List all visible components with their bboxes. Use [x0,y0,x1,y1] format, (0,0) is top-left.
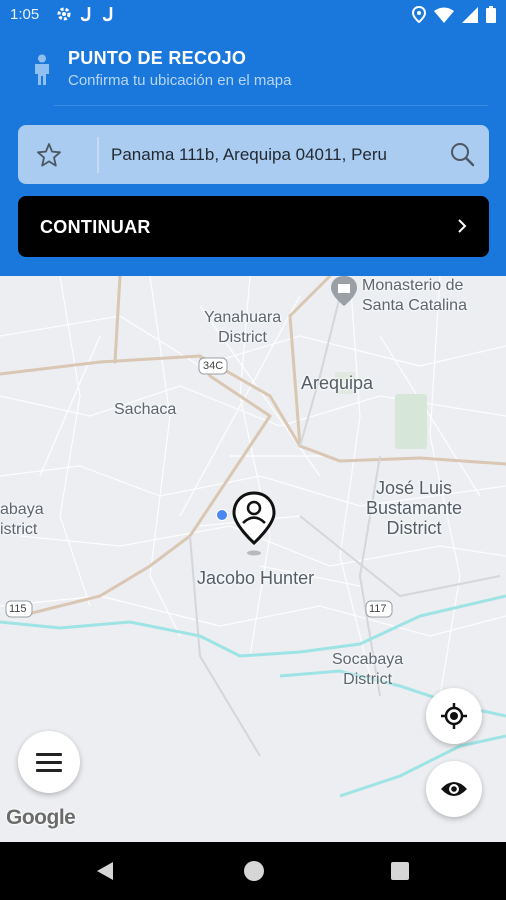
map-view[interactable]: Monasterio de Santa Catalina Yanahuara Dis… [0,276,506,842]
visibility-button[interactable] [426,761,482,817]
battery-icon [486,6,496,23]
road-shield-115: 115 [9,603,27,615]
location-status-icon [412,6,426,23]
google-attribution[interactable]: Google [6,806,76,830]
page-subtitle: Confirma tu ubicación en el mapa [68,72,292,89]
signal-icon [462,6,478,23]
system-nav-bar [0,842,506,900]
current-location-dot [216,509,228,521]
app-notification-icon [80,7,91,22]
person-icon [35,54,49,85]
search-icon[interactable] [449,141,475,167]
map-label-yanahuara: Yanahuara District [204,309,282,346]
page-title: PUNTO DE RECOJO [68,48,247,68]
wifi-icon [434,7,454,23]
road-shield-117: 117 [369,603,387,615]
hamburger-menu-icon [36,753,62,772]
continue-button-label: CONTINUAR [40,217,151,237]
pickup-pin-icon[interactable] [232,491,276,557]
home-icon[interactable] [244,861,264,881]
app-notification-icon [102,7,113,22]
back-icon[interactable] [96,861,114,881]
settings-icon [57,7,71,21]
my-location-button[interactable] [426,688,482,744]
map-label-jacobo-hunter: Jacobo Hunter [197,568,315,588]
crosshair-icon [441,703,467,729]
map-label-tiabaya: abaya istrict [0,501,44,538]
eye-icon [441,782,467,796]
map-label-socabaya: Socabaya District [332,651,404,688]
address-search-box[interactable]: Panama 111b, Arequipa 04011, Peru [18,125,489,184]
menu-button[interactable] [18,731,80,793]
continue-button[interactable]: CONTINUAR [18,196,489,257]
map-label-arequipa: Arequipa [301,373,374,393]
star-icon[interactable] [36,142,62,168]
address-input[interactable]: Panama 111b, Arequipa 04011, Peru [111,145,387,165]
road-shield-34c: 34C [203,360,224,372]
recent-apps-icon[interactable] [391,862,409,880]
map-label-jose-luis: José Luis Bustamante District [366,478,463,538]
map-label-monasterio: Monasterio de Santa Catalina [362,277,467,314]
status-bar: 1:05 [0,0,506,30]
status-time: 1:05 [10,6,40,23]
divider [54,105,488,106]
separator [97,137,99,173]
chevron-right-icon [458,219,467,233]
map-label-sachaca: Sachaca [114,401,177,418]
